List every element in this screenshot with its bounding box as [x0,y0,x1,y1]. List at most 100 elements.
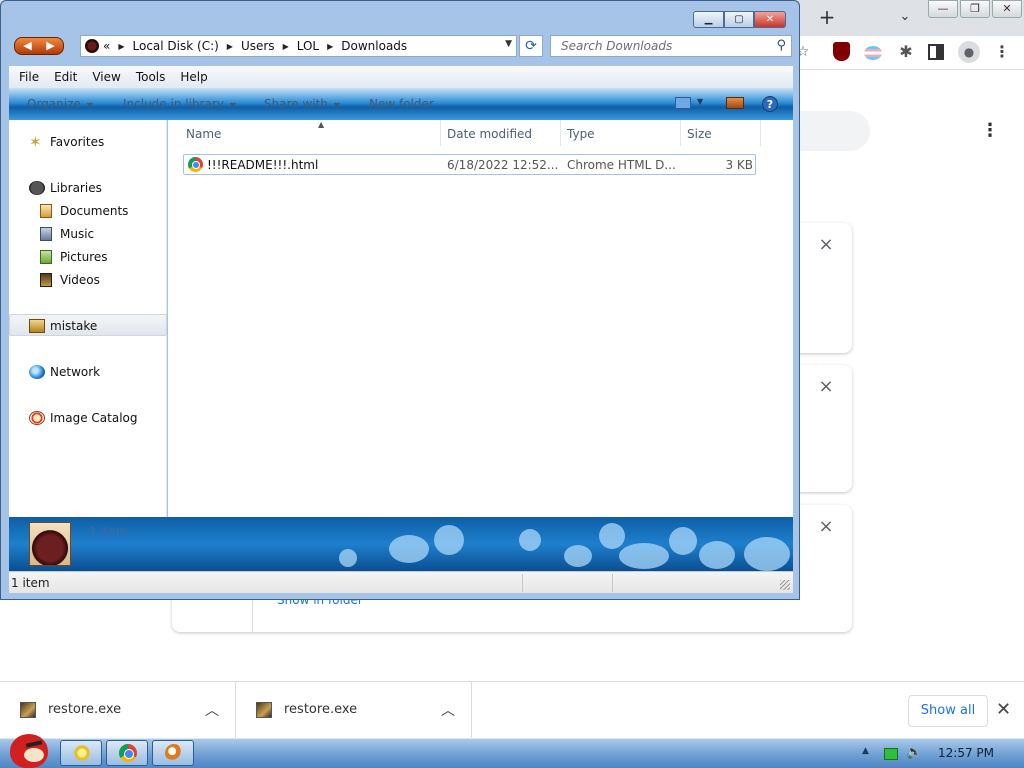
nav-label: mistake [50,319,98,333]
extensions-puzzle-icon[interactable]: ✱ [896,42,916,62]
include-in-library-button[interactable]: Include in library ▼ [123,97,236,111]
dropdown-arrow-icon: ▼ [333,101,341,110]
folder-location-icon [85,39,99,53]
address-bar[interactable]: « ▶ Local Disk (C:) ▶ Users ▶ LOL ▶ Down… [80,35,517,57]
chrome-restore-button[interactable]: ❐ [960,0,990,18]
menu-help[interactable]: Help [180,70,207,84]
network-tray-icon[interactable] [884,748,898,760]
remove-download-close-icon[interactable]: × [818,378,834,396]
videos-icon [40,273,52,287]
chrome-html-file-icon [188,157,203,172]
menu-tools[interactable]: Tools [136,70,166,84]
chevron-up-icon[interactable]: ︿ [441,700,455,720]
forward-arrow-icon[interactable]: ▶ [38,38,63,54]
breadcrumb-downloads[interactable]: Downloads [341,39,407,53]
search-icon[interactable]: ⚲ [776,38,786,53]
new-folder-button[interactable]: New folder [369,97,434,111]
breadcrumb-overflow[interactable]: « [103,39,110,53]
column-header-date[interactable]: Date modified [441,120,561,146]
decorative-bubble [669,527,697,555]
nav-item-network[interactable]: Network [9,361,167,383]
file-row[interactable]: !!!README!!!.html 6/18/2022 12:52... Chr… [183,154,756,175]
ublock-extension-icon[interactable] [833,42,850,61]
back-arrow-icon[interactable]: ◀ [15,38,40,54]
view-options-dropdown-icon[interactable]: ▼ [697,97,703,106]
maximize-button[interactable]: ▢ [724,11,754,28]
preview-pane-icon[interactable] [726,97,744,109]
show-all-button[interactable]: Show all [908,695,988,727]
nav-item-libraries[interactable]: Libraries [9,177,167,199]
nav-item-image-catalog[interactable]: Image Catalog [9,407,167,429]
nav-label: Pictures [60,250,108,264]
organize-button[interactable]: Organize ▼ [27,97,93,111]
column-header-name[interactable]: Name ▲ [180,120,441,146]
nav-item-favorites[interactable]: ✶ Favorites [9,131,167,153]
decorative-bubble [599,523,625,549]
folder-thumbnail-icon [29,522,71,566]
resize-grip-icon[interactable] [780,580,790,590]
chrome-close-button[interactable]: ✕ [992,0,1022,18]
breadcrumb-arrow-icon[interactable]: ▶ [327,42,333,51]
column-header-type[interactable]: Type [561,120,681,146]
column-header-size[interactable]: Size [681,120,761,146]
refresh-button[interactable]: ⟳ [519,35,543,57]
nav-item-documents[interactable]: Documents [9,200,167,222]
downloads-page-menu-icon[interactable]: ⋮ [980,120,1000,142]
menu-view[interactable]: View [92,70,120,84]
network-icon [29,365,45,379]
address-history-dropdown-icon[interactable]: ▼ [505,39,512,49]
profile-avatar-icon[interactable]: ● [958,41,980,63]
breadcrumb-local-disk[interactable]: Local Disk (C:) [133,39,219,53]
menu-edit[interactable]: Edit [54,70,77,84]
search-placeholder: Search Downloads [561,39,673,53]
file-date: 6/18/2022 12:52... [447,158,557,172]
sort-ascending-icon: ▲ [318,120,325,129]
breadcrumb-arrow-icon[interactable]: ▶ [118,42,124,51]
nav-item-pictures[interactable]: Pictures [9,246,167,268]
nav-label: Image Catalog [50,411,138,425]
minimize-button[interactable]: ▁ [693,11,724,28]
status-divider [612,574,613,592]
nav-item-music[interactable]: Music [9,223,167,245]
file-size: 3 KB [725,158,753,172]
start-button[interactable] [6,728,50,768]
organize-label: Organize [27,97,81,111]
side-panel-icon[interactable] [928,44,944,60]
breadcrumb-arrow-icon[interactable]: ▶ [227,42,233,51]
menu-file[interactable]: File [19,70,39,84]
shelf-download-item[interactable]: restore.exe ︿ [236,682,472,739]
nav-item-videos[interactable]: Videos [9,269,167,291]
taskbar-chrome-button[interactable] [106,740,148,766]
chrome-minimize-button[interactable]: — [928,0,958,18]
share-with-button[interactable]: Share with ▼ [264,97,340,111]
status-divider [522,574,523,592]
chrome-menu-icon[interactable]: ⋮ [992,42,1012,62]
breadcrumb-users[interactable]: Users [241,39,275,53]
nav-label: Libraries [50,181,102,195]
new-tab-button[interactable]: + [814,4,840,30]
help-icon[interactable]: ? [762,96,778,112]
close-shelf-icon[interactable]: ✕ [996,699,1011,720]
taskbar-search-app-button[interactable] [152,740,194,766]
remove-download-close-icon[interactable]: × [818,518,834,536]
magnifier-app-icon [165,744,183,762]
chrome-icon [119,744,137,762]
chevron-up-icon[interactable]: ︿ [205,700,219,720]
music-icon [40,227,52,241]
decorative-bubble [389,535,429,563]
close-button[interactable]: ✕ [754,11,786,28]
search-input[interactable]: Search Downloads ⚲ [550,35,792,57]
taskbar-explorer-button[interactable] [60,740,102,766]
flag-extension-icon[interactable] [864,46,882,60]
tab-search-chevron-icon[interactable]: ⌄ [894,6,916,28]
show-hidden-icons-arrow-icon[interactable]: ▲ [862,746,869,756]
taskbar-clock[interactable]: 12:57 PM [938,746,994,760]
nav-item-computer[interactable]: mistake [9,314,167,336]
remove-download-close-icon[interactable]: × [818,236,834,254]
change-view-icon[interactable] [675,97,691,109]
breadcrumb-lol[interactable]: LOL [297,39,319,53]
breadcrumb-arrow-icon[interactable]: ▶ [283,42,289,51]
volume-tray-icon[interactable]: 🔈 [906,745,922,760]
exe-file-icon [20,702,36,718]
breadcrumb: « ▶ Local Disk (C:) ▶ Users ▶ LOL ▶ Down… [103,39,407,53]
